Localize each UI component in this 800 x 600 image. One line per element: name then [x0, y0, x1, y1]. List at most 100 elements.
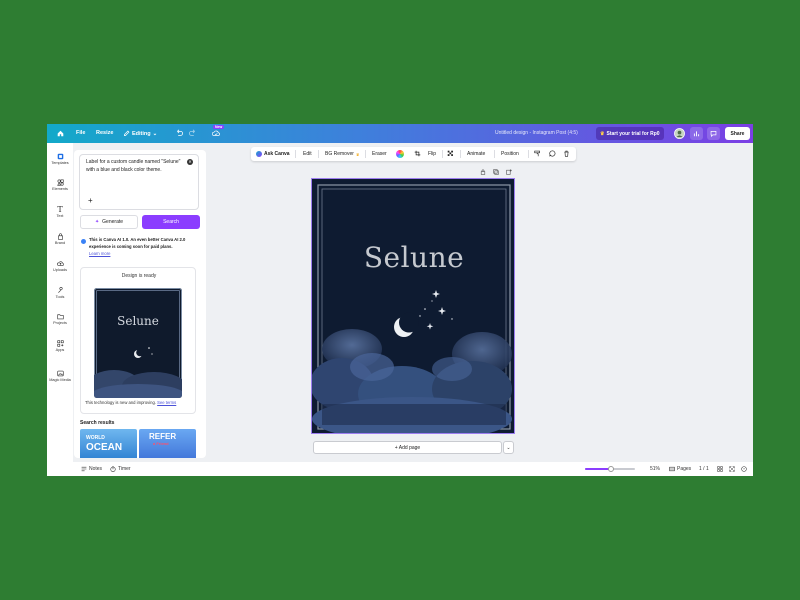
rail-label-projects: Projects [53, 321, 67, 325]
rail-item-apps[interactable]: Apps [47, 339, 73, 352]
result-big-text: REFER [149, 432, 177, 441]
crown-icon: ♛ [600, 130, 605, 137]
zoom-slider-fill [585, 468, 611, 470]
add-page-button[interactable]: + Add page [313, 441, 502, 454]
undo-icon[interactable] [175, 129, 183, 137]
grid-view-icon[interactable] [717, 466, 723, 472]
toolbar-divider [318, 150, 319, 158]
duplicate-page-icon[interactable] [493, 169, 499, 177]
help-icon[interactable]: ? [741, 466, 747, 472]
info-icon [81, 239, 86, 244]
prompt-text: Label for a custom candle named "Selune"… [86, 159, 181, 173]
toolbar-divider [442, 150, 443, 158]
flip-button[interactable]: Flip [428, 151, 436, 157]
copy-style-icon[interactable] [534, 150, 541, 157]
position-button[interactable]: Position [501, 151, 519, 157]
timer-button[interactable]: Timer [110, 466, 131, 472]
templates-icon [56, 152, 64, 160]
delete-icon[interactable] [563, 150, 570, 157]
home-icon[interactable] [57, 130, 64, 137]
disclaimer-text: This technology is new and improving. [85, 400, 156, 405]
rail-item-magic-media[interactable]: Magic Media [47, 369, 73, 382]
animate-button[interactable]: Animate [467, 151, 485, 157]
search-button[interactable]: Search [142, 215, 200, 229]
comment-icon[interactable] [707, 127, 720, 140]
add-media-plus-icon[interactable]: + [88, 195, 93, 207]
top-bar: File Resize Editing ⌄ New Untitled desig… [47, 124, 753, 143]
rail-item-templates[interactable]: Templates [47, 152, 73, 165]
fullscreen-icon[interactable] [729, 466, 735, 472]
rail-label-elements: Elements [52, 187, 68, 191]
lock-icon[interactable] [480, 169, 486, 177]
avatar[interactable] [673, 127, 686, 140]
cloud-save-icon[interactable] [212, 130, 220, 137]
canva-editor-window: File Resize Editing ⌄ New Untitled desig… [47, 124, 753, 476]
search-result-template[interactable]: WORLD OCEAN [80, 429, 137, 458]
rail-item-elements[interactable]: Elements [47, 178, 73, 191]
add-page-dropdown[interactable]: ⌄ [503, 441, 514, 454]
prompt-input[interactable]: Label for a custom candle named "Selune"… [79, 154, 199, 210]
ask-canva-button[interactable]: Ask Canva [256, 151, 290, 157]
toolbar-divider [295, 150, 296, 158]
pencil-icon [124, 130, 130, 136]
search-results-heading: Search results [80, 420, 115, 426]
chevron-down-icon: ⌄ [152, 130, 158, 137]
redo-icon[interactable] [189, 129, 197, 137]
learn-more-link[interactable]: Learn more [89, 251, 110, 256]
notes-icon [81, 466, 87, 472]
clear-prompt-icon[interactable]: ✕ [187, 159, 193, 165]
design-title[interactable]: Untitled design - Instagram Post (4:5) [495, 130, 578, 136]
rail-item-text[interactable]: T Text [47, 204, 73, 219]
rail-item-uploads[interactable]: Uploads [47, 259, 73, 272]
crop-icon[interactable] [414, 150, 421, 157]
page-controls [480, 169, 512, 177]
left-rail: Templates Elements T Text Brand Uploads … [47, 143, 73, 476]
rail-item-projects[interactable]: Projects [47, 312, 73, 325]
generate-label: Generate [102, 219, 124, 225]
resize-menu[interactable]: Resize [96, 130, 113, 136]
context-toolbar: Ask Canva Edit BG Remover ♛ Eraser Flip … [251, 147, 576, 161]
ask-canva-label: Ask Canva [264, 151, 290, 157]
result-small-text: WORLD [86, 435, 105, 441]
transparency-icon[interactable] [447, 150, 454, 157]
edit-button[interactable]: Edit [303, 151, 312, 157]
eraser-button[interactable]: Eraser [372, 151, 387, 157]
start-trial-button[interactable]: ♛ Start your trial for Rp0 [596, 127, 664, 140]
zoom-percentage[interactable]: 51% [650, 466, 660, 472]
design-heading-text[interactable]: Selune [312, 241, 514, 274]
magic-design-panel: Label for a custom candle named "Selune"… [74, 150, 206, 458]
zoom-slider[interactable] [585, 466, 635, 472]
generated-design-thumbnail[interactable]: Selune [94, 288, 182, 398]
file-menu[interactable]: File [76, 130, 85, 136]
text-icon: T [57, 204, 63, 214]
generate-button[interactable]: ✦ Generate [80, 215, 138, 229]
crown-icon: ♛ [355, 151, 360, 157]
projects-icon [56, 312, 64, 320]
rail-label-templates: Templates [51, 161, 69, 165]
editing-mode-dropdown[interactable]: Editing ⌄ [123, 130, 157, 137]
rail-item-brand[interactable]: Brand [47, 232, 73, 245]
elements-icon [56, 178, 64, 186]
see-terms-link[interactable]: See terms [157, 400, 176, 405]
magic-media-icon [56, 369, 64, 377]
insights-chart-icon[interactable] [690, 127, 703, 140]
rail-label-text: Text [56, 214, 64, 218]
search-result-template[interactable]: REFER a Friend [139, 429, 196, 458]
notes-button[interactable]: Notes [81, 466, 102, 472]
rail-item-tools[interactable]: Tools [47, 286, 73, 299]
add-page-icon[interactable] [506, 169, 512, 177]
design-ready-card[interactable]: Design is ready Selune This technology i… [80, 267, 196, 414]
color-adjust-icon[interactable] [396, 150, 404, 158]
design-artwork [312, 184, 512, 433]
comment-add-icon[interactable] [549, 150, 556, 157]
share-button[interactable]: Share [725, 127, 750, 140]
tools-icon [56, 286, 64, 294]
pages-button[interactable]: Pages [669, 466, 691, 472]
page-count: 1 / 1 [699, 466, 709, 472]
rail-label-apps: Apps [55, 348, 65, 352]
rail-label-tools: Tools [55, 295, 65, 299]
design-canvas[interactable]: Selune [311, 178, 515, 434]
result-big-text: OCEAN [86, 442, 123, 453]
zoom-slider-handle[interactable] [607, 466, 614, 472]
bg-remover-button[interactable]: BG Remover ♛ [325, 151, 360, 157]
